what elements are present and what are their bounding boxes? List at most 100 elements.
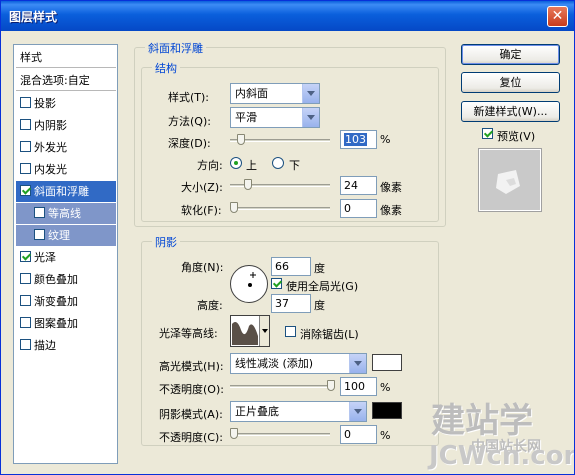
pattern-overlay-checkbox[interactable]	[20, 317, 31, 328]
list-item-stroke[interactable]: 描边	[16, 335, 116, 356]
list-item-styles[interactable]: 样式	[16, 47, 116, 68]
gradient-overlay-checkbox[interactable]	[20, 295, 31, 306]
bevel-emboss-title: 斜面和浮雕	[145, 40, 206, 56]
title-bar[interactable]: 图层样式 ✕	[1, 1, 574, 31]
depth-slider-thumb[interactable]	[237, 134, 245, 145]
size-slider-thumb[interactable]	[244, 179, 252, 190]
antialias-label: 消除锯齿(L)	[300, 328, 359, 341]
close-button[interactable]: ✕	[547, 6, 568, 27]
styles-list: 样式 混合选项:自定 投影 内阴影 外发光 内发光 斜面和浮雕 等高线 纹理 光…	[13, 44, 118, 464]
altitude-input[interactable]: 37	[271, 294, 311, 313]
direction-down-radio[interactable]	[272, 157, 284, 169]
size-label: 大小(Z):	[181, 181, 223, 194]
altitude-unit: 度	[314, 299, 325, 312]
soften-unit: 像素	[380, 204, 402, 217]
watermark-url: JCWcn.com	[429, 441, 575, 471]
depth-label: 深度(D):	[168, 137, 211, 150]
depth-input[interactable]: 103	[340, 130, 377, 149]
structure-title: 结构	[152, 60, 180, 76]
angle-label: 角度(N):	[181, 261, 224, 274]
shadow-opacity-label: 不透明度(C):	[159, 431, 223, 444]
watermark-logo: 建站学	[431, 401, 533, 441]
direction-down-label: 下	[289, 159, 300, 172]
antialias-checkbox[interactable]	[285, 326, 296, 337]
contour-curve-icon	[232, 322, 258, 345]
preview-shape	[496, 170, 520, 194]
chevron-down-icon	[302, 108, 319, 127]
style-label: 样式(T):	[168, 91, 210, 104]
list-item-texture[interactable]: 纹理	[16, 225, 116, 246]
list-item-gradient-overlay[interactable]: 渐变叠加	[16, 291, 116, 312]
soften-label: 软化(F):	[181, 204, 222, 217]
outer-glow-checkbox[interactable]	[20, 141, 31, 152]
angle-dial[interactable]	[230, 265, 268, 303]
drop-shadow-checkbox[interactable]	[20, 97, 31, 108]
chevron-down-icon	[349, 354, 366, 373]
size-unit: 像素	[380, 181, 402, 194]
inner-glow-checkbox[interactable]	[20, 163, 31, 174]
color-overlay-checkbox[interactable]	[20, 273, 31, 284]
list-item-blending-options[interactable]: 混合选项:自定	[16, 70, 116, 91]
list-item-pattern-overlay[interactable]: 图案叠加	[16, 313, 116, 334]
new-style-button[interactable]: 新建样式(W)...	[461, 101, 560, 122]
soften-slider[interactable]	[230, 207, 330, 210]
highlight-color-swatch[interactable]	[372, 354, 402, 371]
shadow-opacity-unit: %	[380, 429, 391, 442]
shading-title: 阴影	[152, 234, 180, 250]
reset-button[interactable]: 复位	[461, 72, 560, 93]
depth-slider[interactable]	[230, 139, 330, 142]
list-item-inner-glow[interactable]: 内发光	[16, 159, 116, 180]
layer-style-dialog: 图层样式 ✕ 样式 混合选项:自定 投影 内阴影 外发光 内发光 斜面和浮雕 等…	[0, 0, 575, 475]
stroke-checkbox[interactable]	[20, 339, 31, 350]
method-select[interactable]: 平滑	[230, 107, 320, 128]
close-icon: ✕	[551, 8, 564, 24]
angle-input[interactable]: 66	[271, 257, 311, 276]
style-preview-thumbnail	[478, 148, 542, 212]
soften-input[interactable]: 0	[340, 199, 377, 218]
soften-slider-thumb[interactable]	[230, 202, 238, 213]
list-item-color-overlay[interactable]: 颜色叠加	[16, 269, 116, 290]
direction-label: 方向:	[197, 159, 223, 172]
satin-checkbox[interactable]	[20, 251, 31, 262]
highlight-mode-select[interactable]: 线性减淡 (添加)	[230, 353, 367, 374]
ok-button[interactable]: 确定	[461, 44, 560, 65]
shadow-mode-select[interactable]: 正片叠底	[230, 401, 367, 422]
inner-shadow-checkbox[interactable]	[20, 119, 31, 130]
list-item-drop-shadow[interactable]: 投影	[16, 93, 116, 114]
list-item-bevel-emboss[interactable]: 斜面和浮雕	[16, 181, 116, 202]
direction-up-radio[interactable]	[230, 157, 242, 169]
list-item-outer-glow[interactable]: 外发光	[16, 137, 116, 158]
highlight-opacity-unit: %	[380, 381, 391, 394]
style-select[interactable]: 内斜面	[230, 83, 320, 104]
list-item-satin[interactable]: 光泽	[16, 247, 116, 268]
shadow-opacity-input[interactable]: 0	[340, 425, 377, 444]
list-item-contour[interactable]: 等高线	[16, 203, 116, 224]
chevron-down-icon	[302, 84, 319, 103]
angle-unit: 度	[314, 262, 325, 275]
highlight-opacity-slider[interactable]	[230, 385, 330, 388]
highlight-opacity-thumb[interactable]	[327, 380, 335, 391]
global-light-checkbox[interactable]	[271, 278, 282, 289]
shadow-opacity-slider[interactable]	[230, 433, 330, 436]
preview-checkbox[interactable]	[482, 128, 493, 139]
altitude-label: 高度:	[197, 299, 223, 312]
dialog-title: 图层样式	[9, 10, 58, 24]
list-item-inner-shadow[interactable]: 内阴影	[16, 115, 116, 136]
shadow-opacity-thumb[interactable]	[230, 428, 238, 439]
contour-checkbox[interactable]	[34, 207, 45, 218]
bevel-emboss-checkbox[interactable]	[20, 185, 31, 196]
global-light-label: 使用全局光(G)	[286, 280, 359, 293]
gloss-contour-picker[interactable]	[230, 315, 270, 347]
highlight-opacity-input[interactable]: 100	[340, 377, 377, 396]
depth-unit: %	[380, 133, 391, 146]
shadow-mode-label: 阴影模式(A):	[159, 408, 223, 421]
method-label: 方法(Q):	[168, 115, 211, 128]
angle-dial-indicator	[248, 272, 256, 287]
highlight-mode-label: 高光模式(H):	[159, 360, 224, 373]
gloss-contour-label: 光泽等高线:	[159, 327, 218, 340]
direction-up-label: 上	[246, 159, 257, 172]
shadow-color-swatch[interactable]	[372, 402, 402, 419]
texture-checkbox[interactable]	[34, 229, 45, 240]
size-input[interactable]: 24	[340, 176, 377, 195]
preview-label: 预览(V)	[497, 130, 536, 143]
